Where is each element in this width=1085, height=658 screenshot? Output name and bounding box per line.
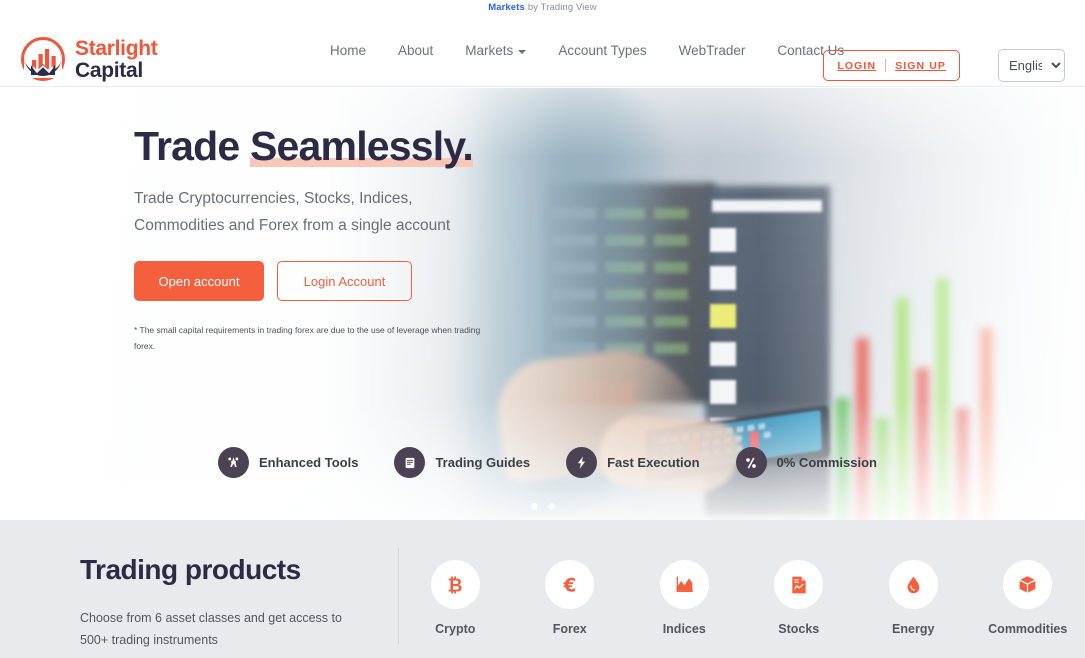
hero-subtitle-line-2: Commodities and Forex from a single acco… [134, 216, 451, 234]
nav-label: WebTrader [678, 43, 746, 58]
nav-label: Markets [465, 43, 514, 58]
product-label: Energy [892, 622, 935, 636]
area-chart-icon [659, 560, 709, 609]
chevron-down-icon [518, 49, 527, 54]
auth-divider [885, 59, 887, 72]
hero-section: Trade Seamlessly. Trade Cryptocurrencies… [0, 88, 1085, 520]
brand-logo[interactable]: Starlight Capital [20, 36, 158, 82]
page-title: Trade Seamlessly. [134, 123, 494, 169]
product-label: Stocks [778, 622, 820, 636]
product-stocks[interactable]: Stocks [749, 560, 848, 636]
book-icon [394, 447, 426, 478]
feature-label: Enhanced Tools [259, 455, 359, 470]
product-category-list: ₿ Crypto € Forex Indices Stocks Energy C… [398, 560, 1085, 636]
open-account-button[interactable]: Open account [134, 261, 264, 302]
login-link[interactable]: LOGIN [837, 60, 876, 72]
lightning-bolt-icon [566, 447, 598, 478]
hero-title-prefix: Trade [134, 123, 250, 169]
trading-products-intro: Trading products Choose from 6 asset cla… [80, 554, 380, 652]
percent-icon [735, 447, 767, 478]
section-description-line-2: 500+ trading instruments [80, 632, 218, 647]
tools-icon [218, 447, 249, 478]
trading-products-section: Trading products Choose from 6 asset cla… [0, 520, 1085, 658]
product-crypto[interactable]: ₿ Crypto [406, 560, 505, 636]
nav-item-about[interactable]: About [382, 43, 449, 58]
products-vertical-divider [398, 548, 399, 644]
nav-item-webtrader[interactable]: WebTrader [663, 43, 762, 58]
tradingview-ticker-strip: Markets by Trading View [0, 0, 1085, 14]
euro-icon: € [545, 560, 595, 609]
main-navigation: Home About Markets Account Types WebTrad… [330, 14, 860, 87]
hero-content: Trade Seamlessly. Trade Cryptocurrencies… [134, 123, 494, 355]
product-label: Commodities [988, 622, 1068, 636]
section-description-line-1: Choose from 6 asset classes and get acce… [80, 611, 342, 625]
nav-label: Account Types [558, 43, 647, 58]
product-label: Forex [552, 622, 587, 636]
nav-label: About [398, 43, 434, 58]
bar-chart-circle-logo-icon [21, 37, 65, 81]
product-commodities[interactable]: Commodities [978, 560, 1077, 636]
bitcoin-icon: ₿ [430, 560, 480, 609]
auth-buttons-group: LOGIN SIGN UP [823, 50, 960, 81]
feature-label: 0% Commission [776, 455, 877, 470]
carousel-dot-2[interactable] [547, 503, 555, 510]
hero-title-highlight: Seamlessly. [249, 123, 474, 169]
product-label: Indices [662, 622, 706, 636]
brand-wordmark: Starlight Capital [75, 36, 158, 82]
nav-item-home[interactable]: Home [330, 43, 382, 58]
language-selector[interactable]: English [998, 49, 1065, 82]
svg-text:€: € [562, 575, 576, 596]
section-title: Trading products [80, 554, 301, 585]
feature-label: Fast Execution [607, 455, 700, 470]
droplet-icon [888, 560, 938, 609]
hero-cta-group: Open account Login Account [134, 261, 494, 302]
brand-line-1: Starlight [75, 36, 158, 60]
feature-enhanced-tools[interactable]: Enhanced Tools [218, 447, 358, 478]
site-header: Starlight Capital Home About Markets Acc… [0, 14, 1085, 87]
document-chart-icon [774, 560, 824, 609]
product-energy[interactable]: Energy [864, 560, 963, 636]
hero-disclaimer: * The small capital requirements in trad… [134, 325, 481, 352]
nav-item-markets[interactable]: Markets [449, 43, 542, 58]
svg-text:₿: ₿ [448, 575, 463, 596]
brand-line-2: Capital [75, 58, 143, 82]
feature-trading-guides[interactable]: Trading Guides [394, 447, 530, 478]
product-label: Crypto [435, 622, 476, 636]
hero-subtitle: Trade Cryptocurrencies, Stocks, Indices,… [134, 186, 494, 239]
signup-link[interactable]: SIGN UP [895, 60, 946, 72]
feature-fast-execution[interactable]: Fast Execution [566, 447, 700, 478]
nav-item-account-types[interactable]: Account Types [542, 43, 662, 58]
section-description: Choose from 6 asset classes and get acce… [80, 608, 380, 652]
ticker-attribution: by Trading View [527, 1, 597, 13]
ticker-markets-label[interactable]: Markets [488, 2, 525, 13]
hero-subtitle-line-1: Trade Cryptocurrencies, Stocks, Indices, [134, 190, 413, 208]
product-forex[interactable]: € Forex [520, 560, 619, 636]
login-account-button[interactable]: Login Account [277, 261, 412, 302]
hero-carousel-indicators [530, 503, 555, 510]
feature-zero-commission[interactable]: 0% Commission [735, 447, 877, 478]
carousel-dot-1[interactable] [530, 503, 538, 510]
product-indices[interactable]: Indices [635, 560, 734, 636]
box-icon [1003, 560, 1053, 609]
feature-label: Trading Guides [435, 455, 531, 470]
page-root: Markets by Trading View Starlight Capita… [0, 0, 1085, 658]
hero-features-row: Enhanced Tools Trading Guides Fast Execu… [218, 447, 877, 478]
nav-label: Home [330, 43, 367, 58]
